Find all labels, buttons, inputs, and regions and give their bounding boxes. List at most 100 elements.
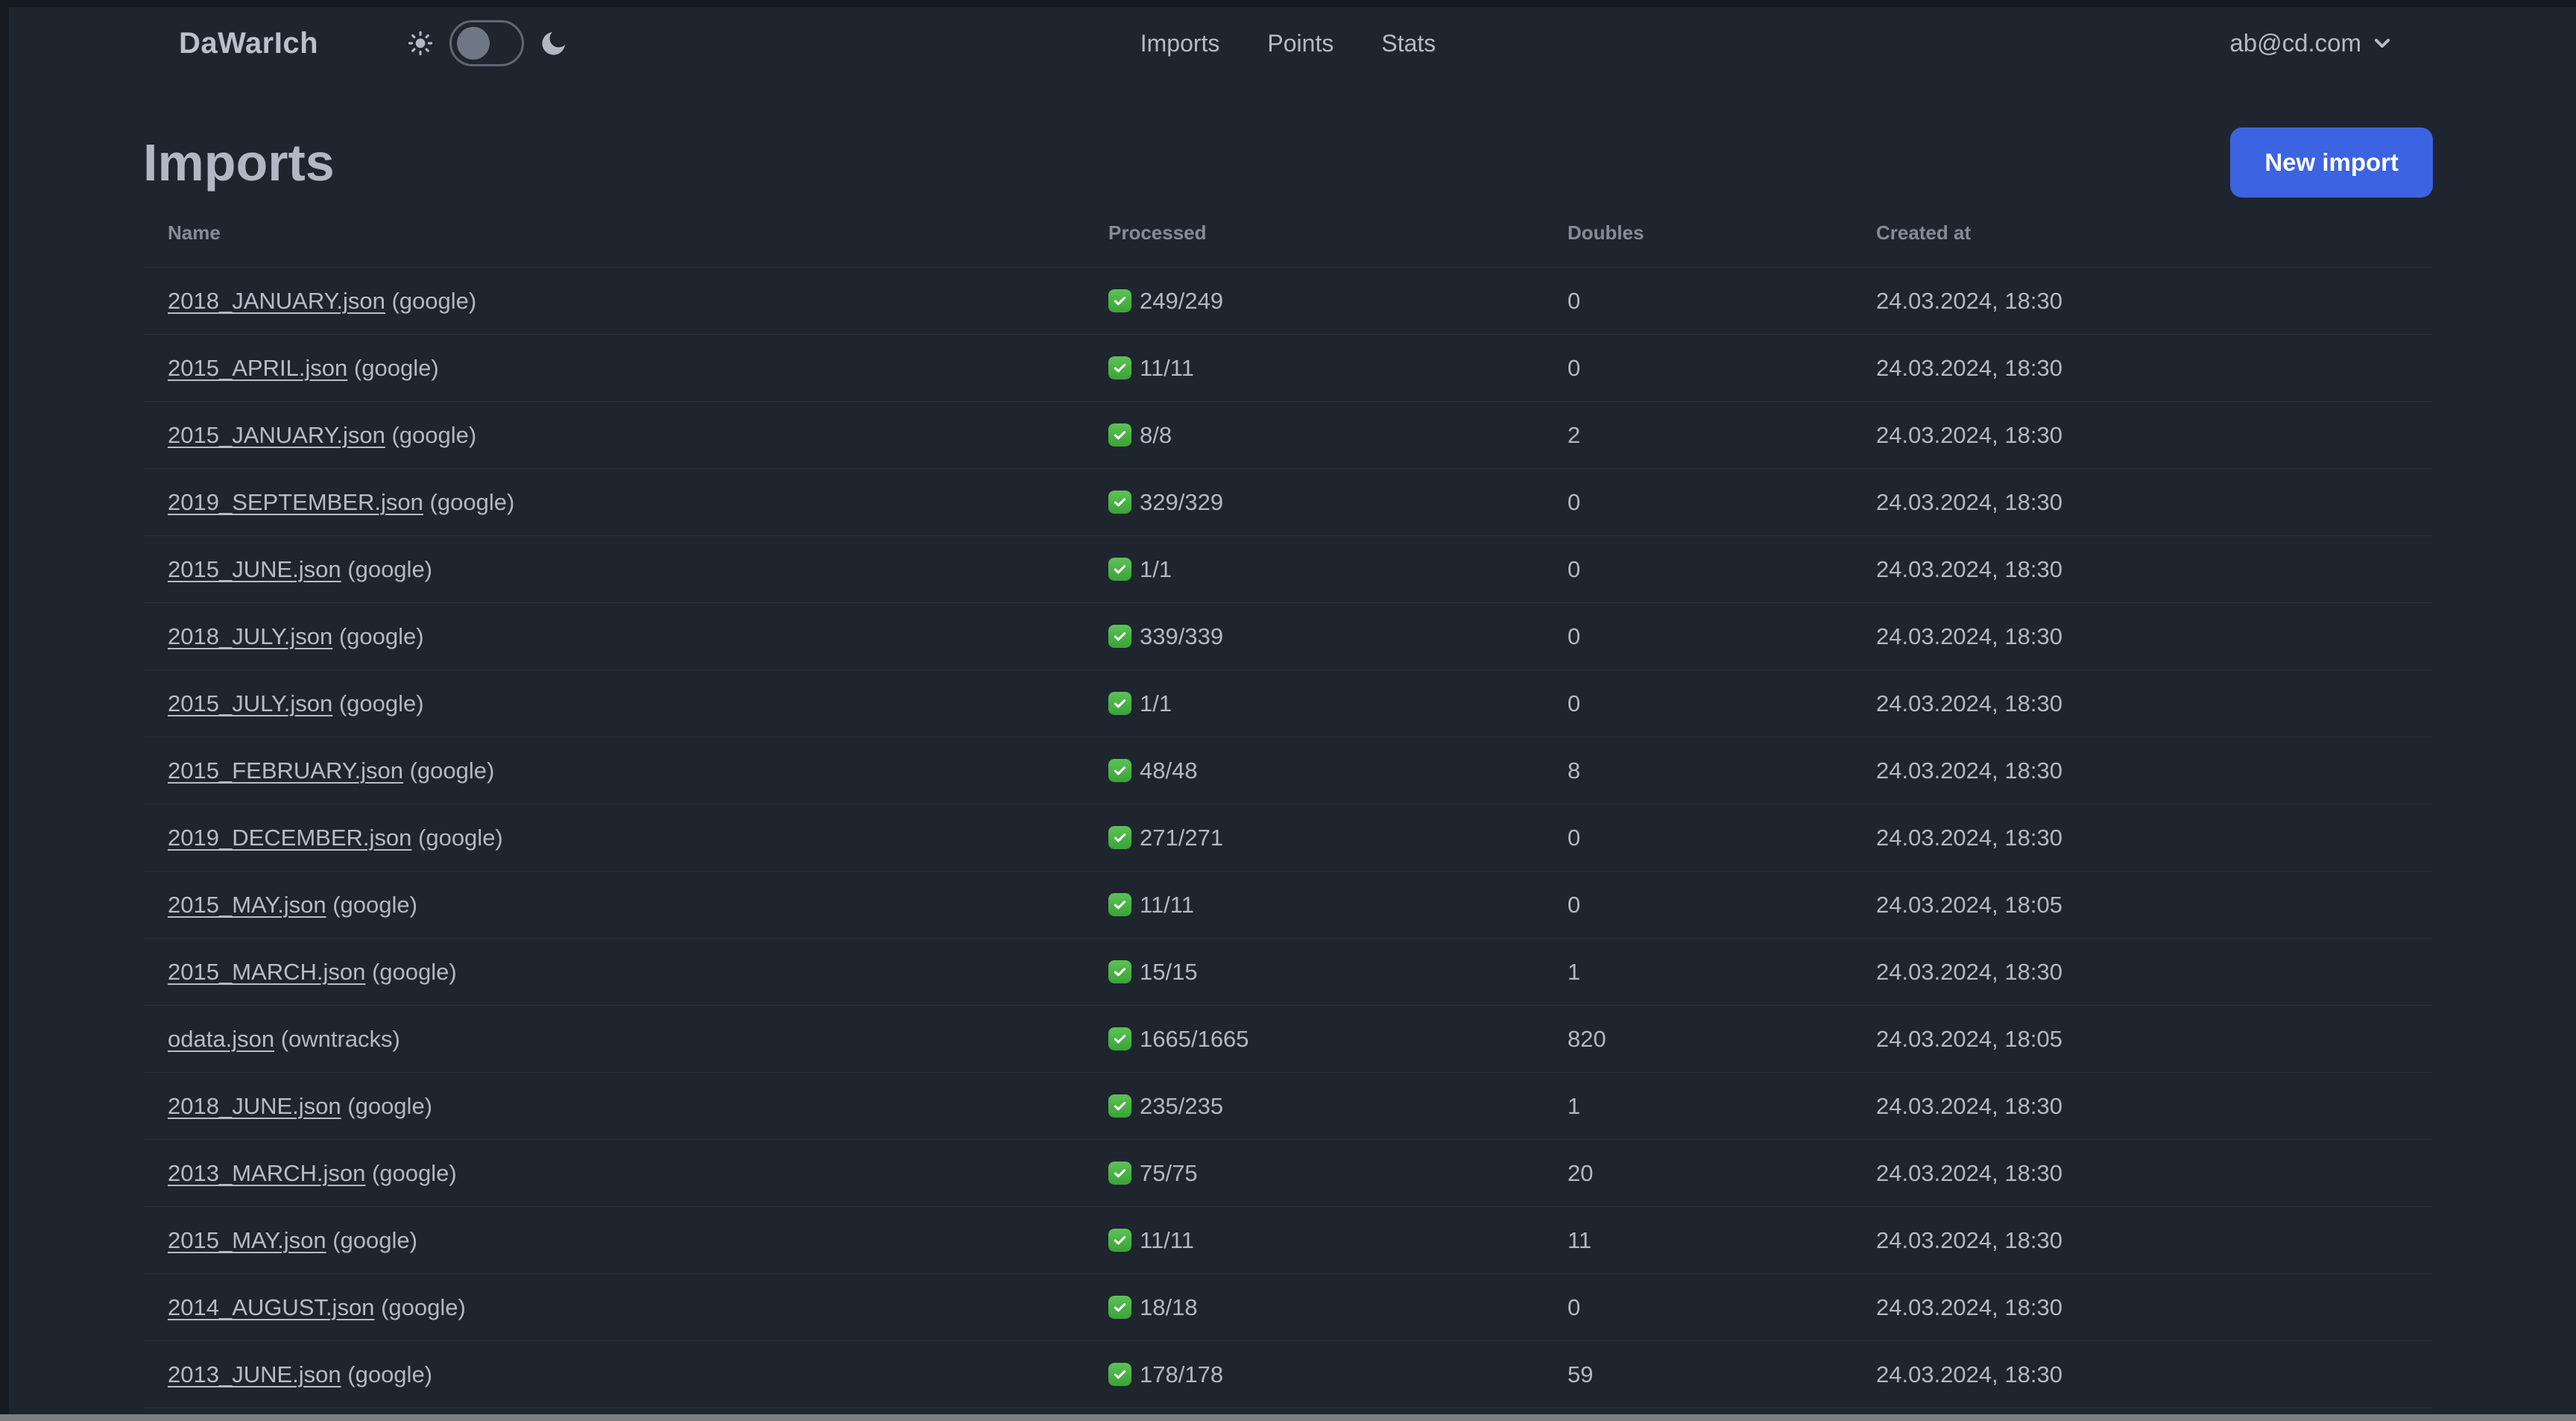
- import-source-label: (google): [429, 488, 515, 515]
- window-edge-top: [0, 0, 2576, 7]
- doubles-count: 0: [1568, 623, 1581, 649]
- theme-toggle[interactable]: [449, 20, 525, 66]
- processed-cell: 271/271: [1084, 825, 1543, 851]
- processed-cell: 329/329: [1084, 489, 1543, 516]
- processed-cell: 249/249: [1084, 288, 1543, 315]
- doubles-count: 0: [1568, 891, 1581, 918]
- created-at: 24.03.2024, 18:30: [1876, 488, 2062, 515]
- processed-cell: 15/15: [1084, 959, 1543, 986]
- doubles-count: 0: [1568, 287, 1581, 314]
- processed-cell: 235/235: [1084, 1093, 1543, 1120]
- processed-count: 1/1: [1140, 555, 1172, 582]
- success-check-icon: [1108, 759, 1131, 782]
- import-source-label: (google): [353, 354, 439, 381]
- table-row: 2015_FEBRUARY.json (google) 48/48 8 24.0…: [143, 737, 2433, 804]
- processed-count: 1/1: [1140, 690, 1172, 716]
- processed-count: 329/329: [1140, 488, 1224, 515]
- created-at: 24.03.2024, 18:30: [1876, 1092, 2062, 1119]
- imports-table: Name Processed Doubles Created at 2018_J…: [143, 198, 2433, 1421]
- processed-cell: 48/48: [1084, 757, 1543, 784]
- success-check-icon: [1108, 1296, 1131, 1319]
- processed-count: 11/11: [1140, 1226, 1194, 1253]
- import-file-link[interactable]: odata.json: [168, 1026, 274, 1052]
- name-cell: 2013_MARCH.json (google): [143, 1160, 1084, 1187]
- created-at: 24.03.2024, 18:30: [1876, 354, 2062, 381]
- import-file-link[interactable]: 2014_AUGUST.json: [168, 1294, 374, 1320]
- import-source-label: (google): [347, 555, 433, 582]
- table-row: 2015_MAY.json (google) 11/11 11 24.03.20…: [143, 1206, 2433, 1273]
- doubles-count: 0: [1568, 555, 1581, 582]
- name-cell: 2018_JULY.json (google): [143, 623, 1084, 650]
- import-file-link[interactable]: 2015_APRIL.json: [168, 355, 347, 381]
- table-row: 2018_JULY.json (google) 339/339 0 24.03.…: [143, 602, 2433, 669]
- table-row: 2015_MARCH.json (google) 15/15 1 24.03.2…: [143, 938, 2433, 1005]
- success-check-icon: [1108, 1162, 1131, 1185]
- table-row: 2013_MARCH.json (google) 75/75 20 24.03.…: [143, 1139, 2433, 1206]
- processed-cell: 178/178: [1084, 1361, 1543, 1388]
- doubles-count: 0: [1568, 354, 1581, 381]
- created-at: 24.03.2024, 18:30: [1876, 421, 2062, 448]
- name-cell: 2018_JANUARY.json (google): [143, 288, 1084, 315]
- processed-count: 75/75: [1140, 1159, 1198, 1186]
- processed-cell: 1/1: [1084, 556, 1543, 583]
- table-row: odata.json (owntracks) 1665/1665 820 24.…: [143, 1005, 2433, 1072]
- import-file-link[interactable]: 2018_JUNE.json: [168, 1093, 341, 1119]
- window-bottom-bar: [0, 1414, 2576, 1421]
- app-logo[interactable]: DaWarIch: [179, 27, 318, 60]
- import-file-link[interactable]: 2018_JULY.json: [168, 623, 332, 649]
- success-check-icon: [1108, 558, 1131, 581]
- import-file-link[interactable]: 2015_MAY.json: [168, 1227, 326, 1253]
- import-file-link[interactable]: 2015_MAY.json: [168, 892, 326, 918]
- import-file-link[interactable]: 2015_MARCH.json: [168, 959, 365, 985]
- name-cell: 2015_APRIL.json (google): [143, 355, 1084, 382]
- name-cell: 2014_AUGUST.json (google): [143, 1294, 1084, 1321]
- created-at: 24.03.2024, 18:30: [1876, 1294, 2062, 1320]
- sun-icon: [406, 29, 435, 57]
- processed-cell: 8/8: [1084, 422, 1543, 449]
- nav-links: Imports Points Stats: [1140, 30, 1436, 57]
- page-header: Imports New import: [143, 127, 2433, 198]
- table-row: 2015_JUNE.json (google) 1/1 0 24.03.2024…: [143, 535, 2433, 602]
- processed-count: 271/271: [1140, 824, 1224, 851]
- processed-count: 11/11: [1140, 891, 1194, 918]
- success-check-icon: [1108, 1094, 1131, 1118]
- import-source-label: (google): [338, 690, 424, 716]
- created-at: 24.03.2024, 18:30: [1876, 287, 2062, 314]
- import-file-link[interactable]: 2015_JUNE.json: [168, 556, 341, 582]
- processed-count: 48/48: [1140, 757, 1198, 784]
- import-file-link[interactable]: 2013_MARCH.json: [168, 1160, 365, 1186]
- column-header-name: Name: [168, 221, 221, 244]
- import-file-link[interactable]: 2013_JUNE.json: [168, 1361, 341, 1387]
- doubles-count: 8: [1568, 757, 1581, 784]
- name-cell: 2013_JUNE.json (google): [143, 1361, 1084, 1388]
- import-file-link[interactable]: 2015_FEBRUARY.json: [168, 757, 403, 784]
- table-row: 2013_JUNE.json (google) 178/178 59 24.03…: [143, 1340, 2433, 1408]
- import-file-link[interactable]: 2019_DECEMBER.json: [168, 825, 411, 851]
- navbar: DaWarIch Imports Points Stats ab@cd.com: [0, 0, 2576, 86]
- new-import-button[interactable]: New import: [2230, 127, 2433, 198]
- column-header-created-at: Created at: [1876, 221, 1972, 244]
- created-at: 24.03.2024, 18:30: [1876, 1159, 2062, 1186]
- import-file-link[interactable]: 2018_JANUARY.json: [168, 288, 385, 314]
- import-file-link[interactable]: 2015_JANUARY.json: [168, 422, 385, 448]
- page-title: Imports: [143, 133, 335, 192]
- nav-link-imports[interactable]: Imports: [1140, 30, 1220, 57]
- processed-count: 8/8: [1140, 421, 1172, 448]
- import-file-link[interactable]: 2015_JULY.json: [168, 690, 332, 716]
- success-check-icon: [1108, 692, 1131, 715]
- doubles-count: 0: [1568, 690, 1581, 716]
- import-source-label: (google): [418, 824, 503, 851]
- table-row: 2014_AUGUST.json (google) 18/18 0 24.03.…: [143, 1273, 2433, 1340]
- nav-link-points[interactable]: Points: [1267, 30, 1333, 57]
- doubles-count: 1: [1568, 1092, 1581, 1119]
- import-source-label: (google): [347, 1092, 433, 1119]
- window-edge-left: [0, 0, 9, 1421]
- table-row: 2015_APRIL.json (google) 11/11 0 24.03.2…: [143, 334, 2433, 401]
- user-menu[interactable]: ab@cd.com: [2229, 29, 2394, 57]
- import-file-link[interactable]: 2019_SEPTEMBER.json: [168, 489, 423, 515]
- nav-link-stats[interactable]: Stats: [1381, 30, 1436, 57]
- doubles-count: 20: [1568, 1159, 1594, 1186]
- theme-toggle-knob: [457, 27, 490, 60]
- created-at: 24.03.2024, 18:30: [1876, 958, 2062, 985]
- import-source-label: (google): [409, 757, 495, 784]
